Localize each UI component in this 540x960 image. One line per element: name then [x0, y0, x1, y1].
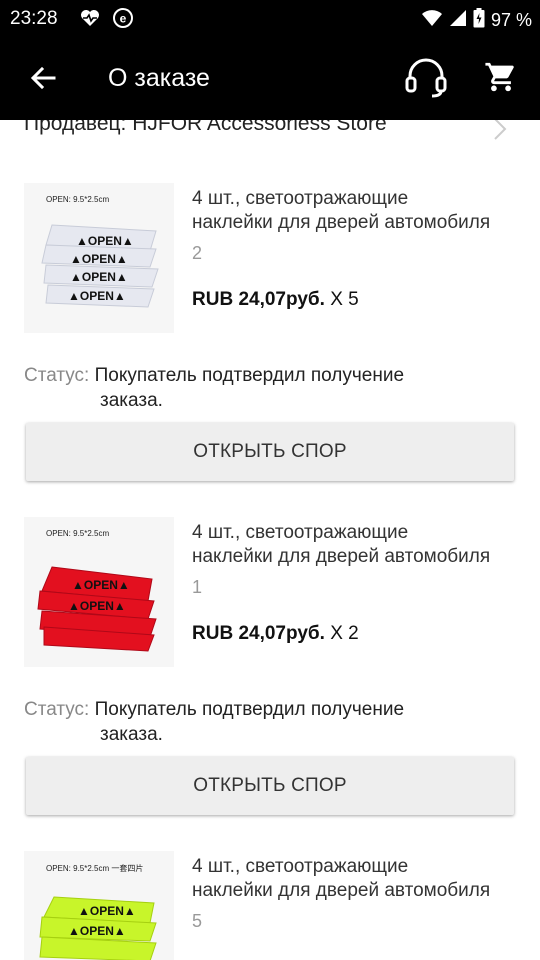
battery-icon — [473, 8, 485, 33]
status-value-cont: заказа. — [100, 390, 163, 411]
open-dispute-button[interactable]: ОТКРЫТЬ СПОР — [26, 423, 514, 481]
price-value: RUB 24,07руб. — [192, 623, 325, 644]
heart-pulse-icon — [80, 9, 100, 32]
order-content[interactable]: Продавец: HJFOR Accessoriess Store OPEN:… — [0, 120, 540, 960]
status-time: 23:28 — [10, 8, 58, 29]
svg-text:▲OPEN▲: ▲OPEN▲ — [72, 578, 130, 592]
svg-text:▲OPEN▲: ▲OPEN▲ — [76, 234, 134, 248]
status-value-cont: заказа. — [100, 724, 163, 745]
svg-text:▲OPEN▲: ▲OPEN▲ — [68, 924, 126, 938]
status-value: Покупатель подтвердил получение — [94, 365, 405, 386]
product-variant: 1 — [192, 577, 203, 597]
battery-level: 97 % — [490, 10, 532, 30]
product-title[interactable]: 4 шт., светоотражающие наклейки для двер… — [192, 855, 510, 903]
status-right: 97 % — [421, 8, 532, 33]
svg-text:▲OPEN▲: ▲OPEN▲ — [68, 289, 126, 303]
e-circle-icon: e — [112, 7, 134, 34]
product-image-caption: OPEN: 9.5*2.5cm 一套四片 — [46, 864, 144, 873]
svg-text:▲OPEN▲: ▲OPEN▲ — [70, 270, 128, 284]
chevron-right-icon — [492, 120, 508, 147]
svg-text:▲OPEN▲: ▲OPEN▲ — [78, 904, 136, 918]
back-arrow-icon[interactable] — [26, 60, 60, 96]
product-image-caption: OPEN: 9.5*2.5cm — [46, 195, 110, 204]
status-label: Статус: — [24, 365, 90, 386]
product-variant: 5 — [192, 911, 203, 931]
signal-icon — [449, 9, 467, 32]
product-price: RUB 24,07руб. X 5 — [192, 289, 359, 311]
svg-text:▲OPEN▲: ▲OPEN▲ — [68, 599, 126, 613]
wifi-icon — [421, 9, 443, 32]
svg-text:e: e — [120, 12, 127, 26]
sticker-illustration: ▲OPEN▲ ▲OPEN▲ ▲OPEN▲ ▲OPEN▲ — [41, 224, 159, 308]
page-title: О заказе — [108, 64, 210, 92]
seller-name[interactable]: Продавец: HJFOR Accessoriess Store — [24, 120, 387, 136]
price-qty: X 2 — [330, 623, 359, 644]
support-headset-icon[interactable] — [404, 58, 448, 103]
open-dispute-button[interactable]: ОТКРЫТЬ СПОР — [26, 757, 514, 815]
price-qty: X 5 — [330, 289, 359, 310]
status-label: Статус: — [24, 699, 90, 720]
svg-text:▲OPEN▲: ▲OPEN▲ — [70, 252, 128, 266]
app-bar: О заказе — [0, 38, 540, 120]
product-image[interactable]: OPEN: 9.5*2.5cm 一套四片 ▲OPEN▲ ▲OPEN▲ — [24, 851, 174, 960]
sticker-illustration: ▲OPEN▲ ▲OPEN▲ — [37, 566, 157, 652]
product-title[interactable]: 4 шт., светоотражающие наклейки для двер… — [192, 521, 510, 569]
status-value: Покупатель подтвердил получение — [94, 699, 405, 720]
product-price: RUB 24,07руб. X 2 — [192, 623, 359, 645]
product-image[interactable]: OPEN: 9.5*2.5cm ▲OPEN▲ ▲OPEN▲ ▲OPEN▲ ▲OP… — [24, 183, 174, 333]
product-title[interactable]: 4 шт., светоотражающие наклейки для двер… — [192, 187, 510, 235]
product-variant: 2 — [192, 243, 203, 263]
product-image-caption: OPEN: 9.5*2.5cm — [46, 529, 110, 538]
order-status: Статус: Покупатель подтвердил получение … — [24, 363, 514, 413]
price-value: RUB 24,07руб. — [192, 289, 325, 310]
order-status: Статус: Покупатель подтвердил получение … — [24, 697, 514, 747]
cart-icon[interactable] — [484, 60, 518, 99]
product-image[interactable]: OPEN: 9.5*2.5cm ▲OPEN▲ ▲OPEN▲ — [24, 517, 174, 667]
status-bar: 23:28 e 97 % — [0, 0, 540, 38]
